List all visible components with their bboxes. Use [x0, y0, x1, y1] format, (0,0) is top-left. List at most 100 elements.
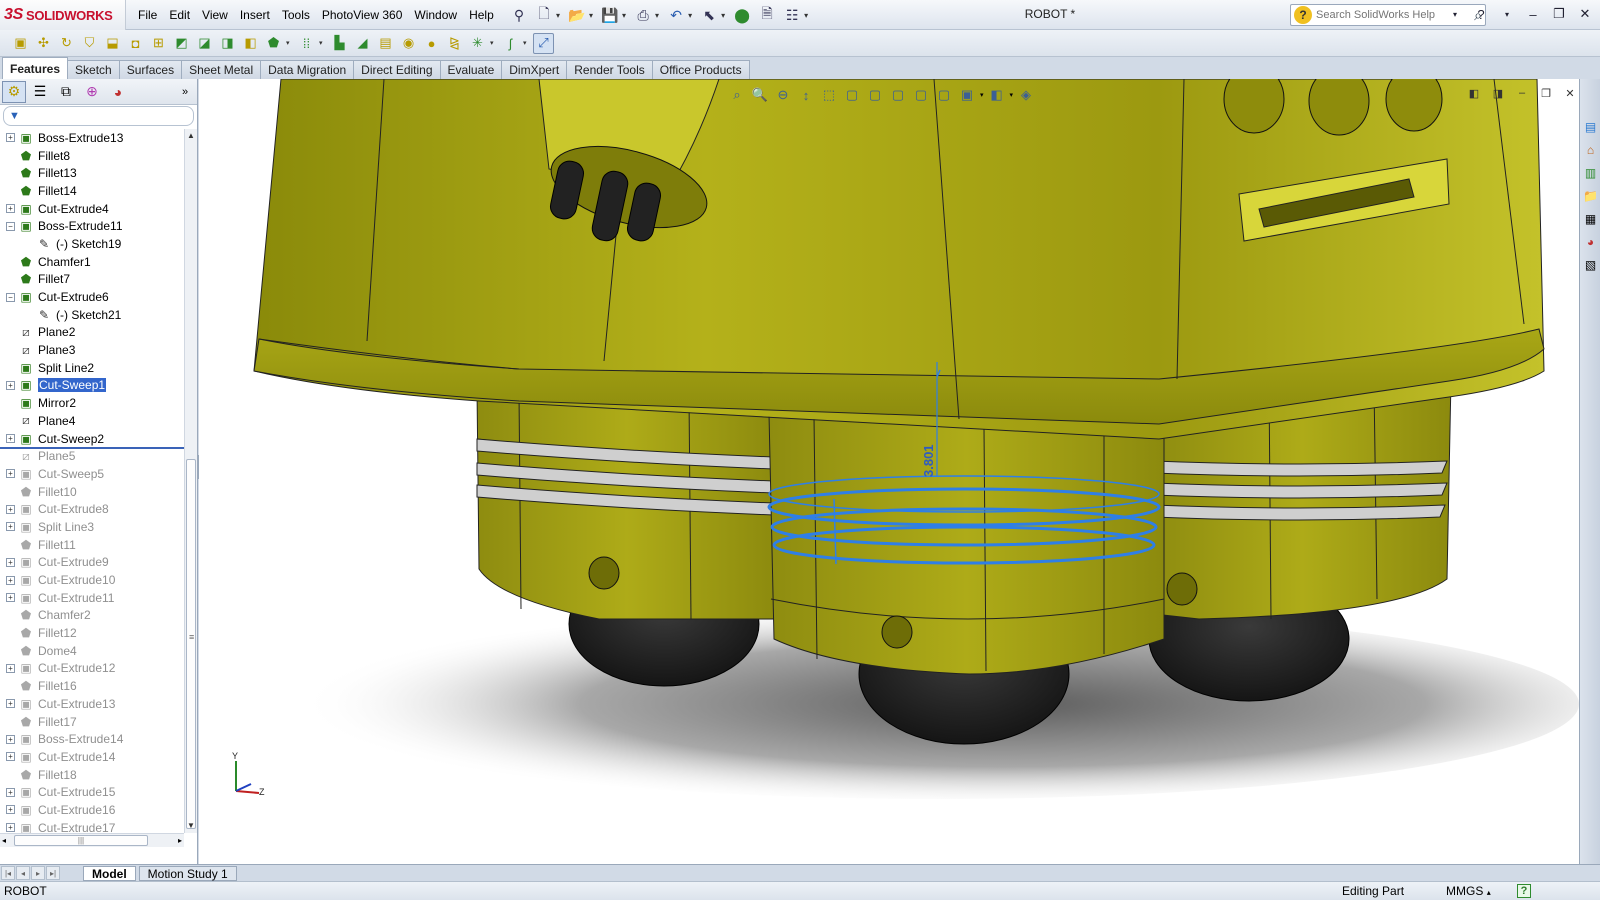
dimension-label[interactable]: 3.801 — [921, 444, 936, 477]
pattern-dropdown-icon[interactable]: ▾ — [319, 39, 327, 47]
reference-dropdown-icon[interactable]: ▾ — [490, 39, 498, 47]
tab-dimxpert[interactable]: DimXpert — [501, 60, 568, 79]
menu-file[interactable]: File — [132, 0, 163, 30]
tree-filter[interactable]: ▼ — [3, 106, 194, 126]
file-explorer-icon[interactable]: ▥ — [1581, 163, 1600, 183]
tab-data-migration[interactable]: Data Migration — [260, 60, 355, 79]
help-dropdown-icon[interactable]: ▾ — [1496, 4, 1518, 24]
dimxpert-manager-tab-icon[interactable]: ⊕ — [80, 81, 104, 103]
apply-scene-icon[interactable]: ▢ — [911, 85, 931, 105]
expand-toggle-icon[interactable]: + — [6, 504, 15, 514]
boundary-cut-icon[interactable]: ◧ — [240, 33, 261, 54]
menu-edit[interactable]: Edit — [163, 0, 196, 30]
reference-geometry-icon[interactable]: ✳ — [467, 33, 488, 54]
search-input[interactable] — [1316, 9, 1456, 21]
tree-vertical-scrollbar[interactable]: ▲ ≡ ▼ — [184, 129, 197, 833]
print-button[interactable]: ⎙ — [632, 4, 654, 26]
doc-restore-icon[interactable]: ❐ — [1537, 85, 1555, 101]
tree-item[interactable]: ▣ Split Line2 — [0, 359, 184, 377]
tree-item[interactable]: + ▣ Cut-Extrude16 — [0, 801, 184, 819]
expand-toggle-icon[interactable]: + — [6, 593, 15, 603]
expand-toggle-icon[interactable]: + — [6, 752, 15, 762]
draft-icon[interactable]: ◢ — [352, 33, 373, 54]
zoom-to-area-icon[interactable]: 🔍 — [750, 85, 770, 105]
lofted-boss-icon[interactable]: ⛉ — [79, 33, 100, 54]
tree-item[interactable]: + ▣ Cut-Extrude17 — [0, 819, 184, 833]
select-button[interactable]: ⬉ — [698, 4, 720, 26]
options-button[interactable]: ☷ — [781, 4, 803, 26]
tree-item[interactable]: ⬟ Fillet7 — [0, 271, 184, 289]
tab-features[interactable]: Features — [2, 57, 69, 79]
doc-minimize-icon[interactable]: – — [1513, 85, 1531, 101]
expand-toggle-icon[interactable]: + — [6, 787, 15, 797]
swept-boss-icon[interactable]: ↻ — [56, 33, 77, 54]
tree-item[interactable]: − ▣ Cut-Extrude6 — [0, 288, 184, 306]
zoom-to-fit-icon[interactable]: ⌕ — [727, 85, 747, 105]
scroll-right-icon[interactable]: ▸ — [178, 834, 182, 847]
tree-item[interactable]: ⬟ Fillet17 — [0, 713, 184, 731]
graphics-area[interactable]: 3.801 Y Z ⌕ 🔍 ⊖ ↕ ⬚ ▢ ▢ ▢ ▢ ▢ ▣ ▾ ◧ ▾ ◈ ◧ … — [199, 79, 1579, 864]
expand-toggle-icon[interactable]: + — [6, 805, 15, 815]
standard-views-dropdown-icon[interactable]: ▾ — [980, 91, 984, 99]
expand-toggle-icon[interactable]: + — [6, 557, 15, 567]
expand-toggle-icon[interactable]: + — [6, 522, 15, 532]
next-view-icon[interactable]: ◨ — [1489, 85, 1507, 101]
tree-item[interactable]: ⬟ Fillet10 — [0, 483, 184, 501]
tree-item[interactable]: + ▣ Boss-Extrude14 — [0, 730, 184, 748]
tree-item[interactable]: + ▣ Cut-Extrude9 — [0, 554, 184, 572]
bottom-tab-motion-study-1[interactable]: Motion Study 1 — [138, 865, 237, 881]
shell-icon[interactable]: ▤ — [375, 33, 396, 54]
tree-item[interactable]: + ▣ Cut-Extrude10 — [0, 571, 184, 589]
curves-icon[interactable]: ʃ — [500, 33, 521, 54]
open-button[interactable]: 📂 — [566, 4, 588, 26]
boundary-boss-icon[interactable]: ⬓ — [102, 33, 123, 54]
display-pane-icon[interactable]: ◧ — [987, 85, 1007, 105]
view-settings-icon[interactable]: ▢ — [934, 85, 954, 105]
expand-toggle-icon[interactable]: − — [6, 292, 15, 302]
appearances-icon[interactable]: ◕ — [1581, 232, 1600, 252]
tree-item[interactable]: ⬟ Dome4 — [0, 642, 184, 660]
tree-item[interactable]: + ▣ Boss-Extrude13 — [0, 129, 184, 147]
tree-item[interactable]: ⬟ Fillet12 — [0, 624, 184, 642]
previous-view-icon[interactable]: ⊖ — [773, 85, 793, 105]
extruded-cut-icon[interactable]: ◘ — [125, 33, 146, 54]
tree-item[interactable]: ▣ Mirror2 — [0, 394, 184, 412]
file-properties-button[interactable]: 🗎 — [756, 4, 778, 26]
rib-icon[interactable]: ▙ — [329, 33, 350, 54]
first-tab-icon[interactable]: |◂ — [1, 866, 15, 880]
hole-wizard-icon[interactable]: ⊞ — [148, 33, 169, 54]
tab-office-products[interactable]: Office Products — [651, 60, 750, 79]
tree-item[interactable]: + ▣ Cut-Sweep1 — [0, 377, 184, 395]
solidworks-resources-icon[interactable]: ▤ — [1581, 117, 1600, 137]
tree-item[interactable]: ⬟ Fillet13 — [0, 164, 184, 182]
save-button[interactable]: 💾 — [599, 4, 621, 26]
tree-item[interactable]: − ▣ Boss-Extrude11 — [0, 217, 184, 235]
tree-item[interactable]: + ▣ Cut-Extrude4 — [0, 200, 184, 218]
display-dropdown-icon[interactable]: ▾ — [1010, 91, 1014, 99]
menu-window[interactable]: Window — [408, 0, 463, 30]
fillet-dropdown-icon[interactable]: ▾ — [286, 39, 294, 47]
tab-render-tools[interactable]: Render Tools — [566, 60, 653, 79]
tree-item[interactable]: ✎ (-) Sketch21 — [0, 306, 184, 324]
tree-item[interactable]: + ▣ Cut-Extrude12 — [0, 660, 184, 678]
menu-tools[interactable]: Tools — [276, 0, 316, 30]
last-tab-icon[interactable]: ▸| — [46, 866, 60, 880]
tree-item[interactable]: ⧄ Plane3 — [0, 341, 184, 359]
expand-toggle-icon[interactable]: + — [6, 575, 15, 585]
expand-toggle-icon[interactable]: + — [6, 204, 15, 214]
wrap-icon[interactable]: ◉ — [398, 33, 419, 54]
tree-item[interactable]: + ▣ Cut-Extrude13 — [0, 695, 184, 713]
expand-toggle-icon[interactable]: + — [6, 663, 15, 673]
display-style-icon[interactable]: ▢ — [842, 85, 862, 105]
tree-item[interactable]: ⬟ Fillet16 — [0, 677, 184, 695]
tree-item[interactable]: ⧄ Plane5 — [0, 447, 184, 465]
tree-item[interactable]: + ▣ Cut-Extrude11 — [0, 589, 184, 607]
tree-item[interactable]: ⬟ Fillet18 — [0, 766, 184, 784]
dome-icon[interactable]: ● — [421, 33, 442, 54]
rollback-bar[interactable] — [0, 447, 184, 449]
view-palette-icon[interactable]: 📁 — [1581, 186, 1600, 206]
mirror-icon[interactable]: ⧎ — [444, 33, 465, 54]
fillet-icon[interactable]: ⬟ — [263, 33, 284, 54]
tree-item[interactable]: ⬟ Fillet11 — [0, 536, 184, 554]
tree-horizontal-scrollbar[interactable]: ◂ ||| ▸ — [0, 833, 184, 847]
